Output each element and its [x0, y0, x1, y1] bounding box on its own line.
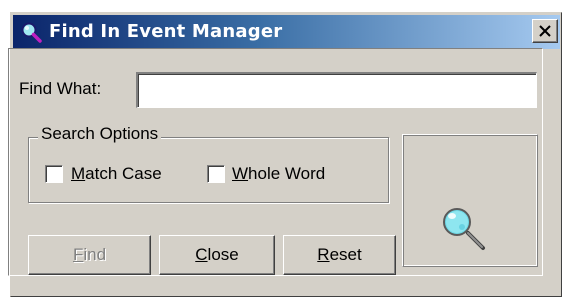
close-button[interactable]: Close	[159, 235, 275, 275]
magnifying-glass-icon	[443, 208, 485, 250]
close-x-icon	[539, 25, 551, 37]
reset-button[interactable]: Reset	[283, 235, 396, 275]
match-case-label[interactable]: Match Case	[71, 164, 162, 184]
whole-word-checkbox[interactable]	[207, 165, 225, 183]
title-bar[interactable]: Find In Event Manager	[13, 15, 560, 49]
match-case-checkbox[interactable]	[45, 165, 63, 183]
find-what-input[interactable]	[136, 72, 537, 108]
window-title: Find In Event Manager	[49, 21, 283, 42]
search-options-legend: Search Options	[38, 124, 162, 144]
find-button[interactable]: Find	[28, 235, 151, 275]
find-what-label: Find What:	[19, 79, 102, 98]
search-magnifier-icon	[21, 22, 42, 43]
whole-word-label[interactable]: Whole Word	[232, 164, 325, 184]
close-window-button[interactable]	[532, 19, 558, 43]
